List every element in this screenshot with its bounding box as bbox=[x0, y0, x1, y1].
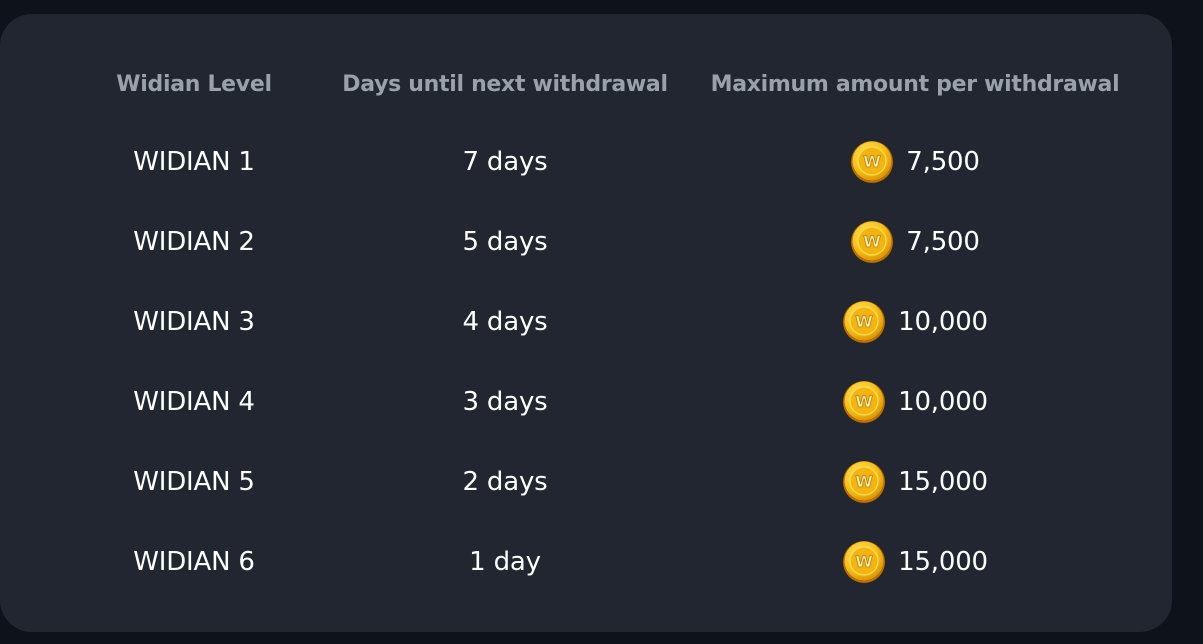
amount-cell: W 10,000 bbox=[700, 300, 1130, 344]
coin-icon: W bbox=[842, 380, 898, 424]
coin-icon: W bbox=[842, 540, 898, 584]
amount-cell: W 15,000 bbox=[700, 460, 1130, 504]
coin-icon: W bbox=[842, 300, 898, 344]
level-cell: WIDIAN 5 bbox=[133, 467, 255, 497]
days-cell: 2 days bbox=[462, 467, 548, 497]
level-cell: WIDIAN 3 bbox=[133, 307, 255, 337]
amount-value: 10,000 bbox=[898, 307, 988, 337]
table-row: WIDIAN 5 2 days W 15,000 bbox=[0, 460, 1172, 504]
level-cell: WIDIAN 1 bbox=[133, 147, 255, 177]
table-row: WIDIAN 3 4 days W 10,000 bbox=[0, 300, 1172, 344]
table-row: WIDIAN 4 3 days W 10,000 bbox=[0, 380, 1172, 424]
amount-value: 15,000 bbox=[898, 547, 988, 577]
coin-icon: W bbox=[850, 220, 906, 264]
coin-icon: W bbox=[842, 460, 898, 504]
withdrawal-limits-card: Widian Level Days until next withdrawal … bbox=[0, 14, 1172, 632]
level-cell: WIDIAN 2 bbox=[133, 227, 255, 257]
table-row: WIDIAN 6 1 day W 15,000 bbox=[0, 540, 1172, 584]
svg-text:W: W bbox=[855, 312, 873, 331]
days-cell: 4 days bbox=[462, 307, 548, 337]
days-cell: 1 day bbox=[469, 547, 541, 577]
level-cell: WIDIAN 6 bbox=[133, 547, 255, 577]
days-cell: 7 days bbox=[462, 147, 548, 177]
amount-group: W 7,500 bbox=[850, 140, 980, 184]
level-cell: WIDIAN 4 bbox=[133, 387, 255, 417]
amount-cell: W 7,500 bbox=[700, 220, 1130, 264]
header-widian-level: Widian Level bbox=[116, 71, 272, 97]
header-days-until-next-withdrawal: Days until next withdrawal bbox=[342, 71, 668, 97]
amount-group: W 15,000 bbox=[842, 460, 988, 504]
amount-group: W 15,000 bbox=[842, 540, 988, 584]
header-maximum-amount: Maximum amount per withdrawal bbox=[710, 71, 1120, 97]
svg-text:W: W bbox=[855, 472, 873, 491]
amount-cell: W 15,000 bbox=[700, 540, 1130, 584]
amount-group: W 10,000 bbox=[842, 300, 988, 344]
amount-group: W 7,500 bbox=[850, 220, 980, 264]
days-cell: 5 days bbox=[462, 227, 548, 257]
amount-value: 10,000 bbox=[898, 387, 988, 417]
amount-cell: W 10,000 bbox=[700, 380, 1130, 424]
amount-cell: W 7,500 bbox=[700, 140, 1130, 184]
amount-value: 7,500 bbox=[906, 147, 980, 177]
svg-text:W: W bbox=[864, 152, 882, 171]
days-cell: 3 days bbox=[462, 387, 548, 417]
table-header-row: Widian Level Days until next withdrawal … bbox=[0, 64, 1172, 104]
amount-value: 7,500 bbox=[906, 227, 980, 257]
amount-group: W 10,000 bbox=[842, 380, 988, 424]
coin-icon: W bbox=[850, 140, 906, 184]
amount-value: 15,000 bbox=[898, 467, 988, 497]
svg-text:W: W bbox=[855, 552, 873, 571]
table-row: WIDIAN 1 7 days W 7,500 bbox=[0, 140, 1172, 184]
table-row: WIDIAN 2 5 days W 7,500 bbox=[0, 220, 1172, 264]
svg-text:W: W bbox=[864, 232, 882, 251]
svg-text:W: W bbox=[855, 392, 873, 411]
